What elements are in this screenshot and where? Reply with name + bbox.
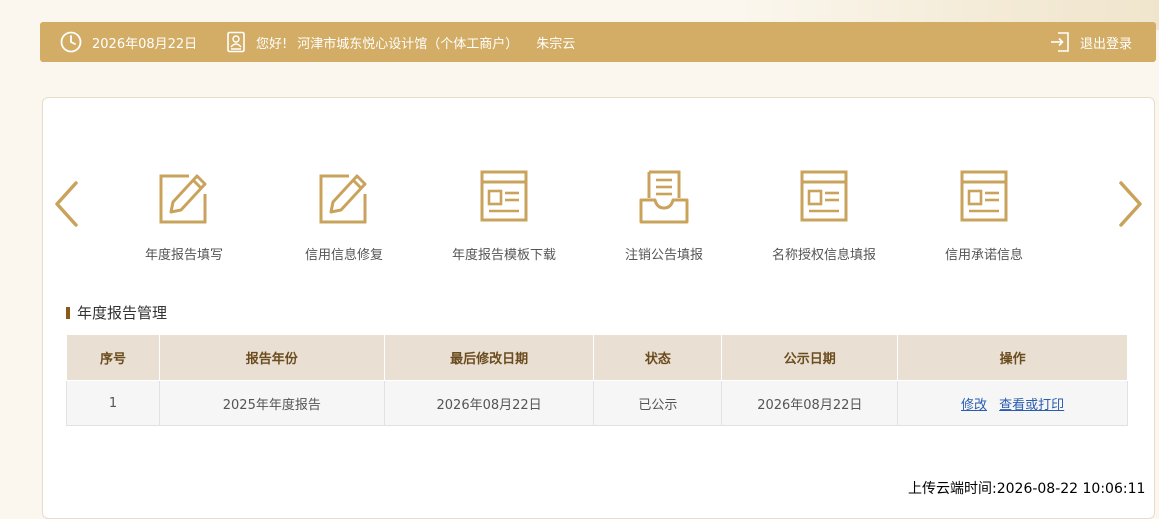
- date-text: 2026年08月22日: [92, 36, 198, 52]
- nav-label: 年度报告模板下载: [451, 248, 556, 263]
- pencil-edit-icon: [159, 174, 207, 224]
- cell-index: 1: [66, 380, 160, 426]
- company-name: 河津市城东悦心设计馆（个体工商户）: [297, 36, 519, 52]
- nav-deregistration-notice[interactable]: 注销公告填报: [594, 170, 734, 263]
- nav-label: 名称授权信息填报: [771, 248, 876, 263]
- nav-name-authorization[interactable]: 名称授权信息填报: [754, 170, 894, 263]
- carousel-prev-arrow-icon[interactable]: [52, 180, 82, 228]
- column-header-index: 序号: [66, 334, 160, 381]
- nav-label: 注销公告填报: [624, 248, 703, 263]
- main-panel: [42, 97, 1155, 519]
- document-template-icon: [480, 170, 528, 222]
- section-title: 年度报告管理: [66, 302, 167, 323]
- cell-actions: 修改 查看或打印: [897, 380, 1128, 426]
- nav-label: 信用承诺信息: [944, 248, 1023, 263]
- section-marker: [66, 306, 70, 319]
- upload-time: 上传云端时间:2026-08-22 10:06:11: [908, 478, 1146, 498]
- table-row: 1 2025年年度报告 2026年08月22日 已公示 2026年08月22日 …: [66, 380, 1128, 426]
- cell-year: 2025年年度报告: [158, 380, 385, 426]
- user-id-icon: [227, 31, 245, 53]
- document-template-icon: [800, 170, 848, 222]
- nav-template-download[interactable]: 年度报告模板下载: [434, 170, 574, 263]
- column-header-actions: 操作: [897, 334, 1128, 381]
- greeting-text: 您好!: [256, 36, 288, 52]
- logout-button[interactable]: 退出登录: [1050, 22, 1132, 62]
- nav-credit-commitment[interactable]: 信用承诺信息: [914, 170, 1054, 263]
- logout-label: 退出登录: [1079, 36, 1132, 52]
- cell-status: 已公示: [593, 380, 723, 426]
- nav-credit-repair[interactable]: 信用信息修复: [274, 170, 414, 263]
- clock-icon: [60, 31, 82, 53]
- inbox-tray-icon: [639, 170, 689, 224]
- column-header-year: 报告年份: [158, 334, 385, 381]
- user-name: 朱宗云: [536, 36, 576, 52]
- column-header-modified: 最后修改日期: [383, 334, 595, 381]
- document-template-icon: [960, 170, 1008, 222]
- logout-icon: [1050, 32, 1069, 52]
- nav-annual-report-fill[interactable]: 年度报告填写: [114, 170, 254, 263]
- edit-link[interactable]: 修改: [961, 398, 987, 413]
- top-bar: 2026年08月22日 您好! 河津市城东悦心设计馆（个体工商户） 朱宗云 退出…: [40, 22, 1156, 62]
- annual-report-table: 序号 报告年份 最后修改日期 状态 公示日期 操作 1 2025年年度报告 20…: [66, 334, 1128, 426]
- cell-modified: 2026年08月22日: [383, 380, 595, 426]
- table-header-row: 序号 报告年份 最后修改日期 状态 公示日期 操作: [66, 334, 1128, 381]
- nav-label: 年度报告填写: [144, 248, 223, 263]
- current-date: 2026年08月22日: [60, 22, 197, 62]
- user-greeting: 您好! 河津市城东悦心设计馆（个体工商户） 朱宗云: [226, 22, 575, 62]
- carousel-next-arrow-icon[interactable]: [1115, 180, 1145, 228]
- pencil-edit-icon: [319, 174, 367, 224]
- cell-published: 2026年08月22日: [721, 380, 899, 426]
- column-header-status: 状态: [593, 334, 723, 381]
- section-title-text: 年度报告管理: [77, 304, 168, 322]
- view-print-link[interactable]: 查看或打印: [999, 398, 1064, 413]
- nav-label: 信用信息修复: [304, 248, 383, 263]
- column-header-published: 公示日期: [721, 334, 899, 381]
